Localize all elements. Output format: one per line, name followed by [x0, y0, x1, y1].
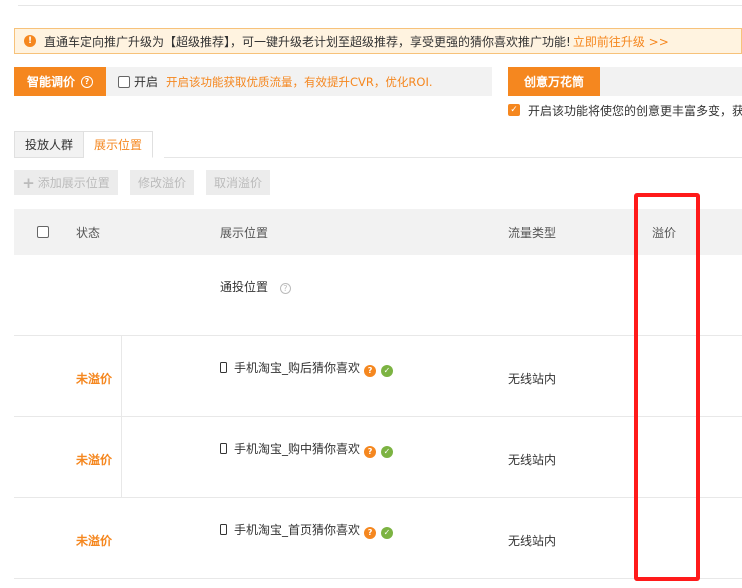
tab-placement[interactable]: 展示位置	[84, 131, 154, 158]
table-row: 未溢价 手机淘宝_购中猜你喜欢? ✓ 无线站内	[14, 417, 742, 498]
position-cell: 手机淘宝_首页猜你喜欢? ✓	[220, 521, 394, 539]
smart-bid-button[interactable]: 智能调价 ?	[14, 67, 106, 96]
position-label: 手机淘宝_首页猜你喜欢	[234, 523, 361, 537]
smart-bid-description: 开启该功能获取优质流量，有效提升CVR，优化ROI.	[166, 74, 433, 89]
top-divider	[18, 0, 742, 6]
edit-premium-button[interactable]: 修改溢价	[130, 170, 194, 195]
help-icon[interactable]: ?	[364, 526, 377, 539]
header-status: 状态	[76, 225, 101, 240]
tab-divider	[164, 157, 742, 158]
traffic-type: 无线站内	[508, 453, 557, 467]
cancel-premium-button[interactable]: 取消溢价	[206, 170, 270, 195]
position-cell: 手机淘宝_购后猜你喜欢? ✓	[220, 359, 394, 377]
column-divider	[121, 417, 122, 497]
kaleidoscope-description: 开启该功能将使您的创意更丰富多变，获	[528, 103, 742, 118]
general-position-cell: 通投位置 ?	[220, 278, 291, 295]
plus-icon: +	[22, 173, 35, 192]
smart-bid-label: 智能调价	[26, 75, 75, 89]
position-label: 手机淘宝_购后猜你喜欢	[234, 361, 361, 375]
status-badge: 未溢价	[76, 453, 113, 467]
tab-audience[interactable]: 投放人群	[14, 131, 85, 158]
kaleidoscope-option: ✓ 开启该功能将使您的创意更丰富多变，获	[508, 102, 742, 118]
kaleidoscope-checkbox[interactable]: ✓	[508, 104, 520, 116]
traffic-type: 无线站内	[508, 372, 557, 386]
smart-bid-checkbox[interactable]	[118, 75, 130, 88]
mobile-icon	[220, 362, 227, 373]
smart-bid-toggle-label: 开启	[134, 75, 159, 89]
notice-text: 直通车定向推广升级为【超级推荐】，可一键升级老计划至超级推荐，享受更强的猜你喜欢…	[44, 34, 571, 49]
select-all-cell	[37, 209, 49, 255]
help-icon[interactable]: ?	[364, 445, 377, 458]
add-placement-label: 添加展示位置	[37, 176, 110, 190]
kaleidoscope-bar	[600, 67, 742, 96]
traffic-type: 无线站内	[508, 534, 557, 548]
help-icon[interactable]: ?	[279, 283, 291, 294]
help-icon[interactable]: ?	[364, 364, 377, 377]
general-position-label: 通投位置	[220, 280, 269, 294]
table-header: 状态 展示位置 流量类型 溢价	[14, 209, 742, 255]
table-row: 未溢价 手机淘宝_首页猜你喜欢? ✓ 无线站内	[14, 498, 742, 579]
column-divider	[121, 336, 122, 416]
header-premium: 溢价	[652, 225, 677, 240]
check-icon: ✓	[381, 445, 394, 458]
help-icon[interactable]: ?	[81, 75, 93, 88]
status-badge: 未溢价	[76, 372, 113, 386]
mobile-icon	[220, 443, 227, 454]
tab-bar: 投放人群 展示位置	[14, 131, 154, 158]
upgrade-notice: ! 直通车定向推广升级为【超级推荐】，可一键升级老计划至超级推荐，享受更强的猜你…	[14, 28, 742, 54]
header-position: 展示位置	[220, 225, 269, 240]
upgrade-link[interactable]: 立即前往升级 >>	[573, 33, 669, 50]
position-label: 手机淘宝_购中猜你喜欢	[234, 442, 361, 456]
header-traffic: 流量类型	[508, 225, 557, 240]
table-row: 未溢价 手机淘宝_购后猜你喜欢? ✓ 无线站内	[14, 336, 742, 417]
mobile-icon	[220, 524, 227, 535]
check-icon: ✓	[381, 526, 394, 539]
position-cell: 手机淘宝_购中猜你喜欢? ✓	[220, 440, 394, 458]
select-all-checkbox[interactable]	[37, 226, 49, 238]
table-row: 通投位置 ?	[14, 255, 742, 336]
warning-icon: !	[24, 35, 36, 47]
check-icon: ✓	[381, 364, 394, 377]
add-placement-button[interactable]: + 添加展示位置	[14, 170, 118, 195]
smart-bid-bar: 开启 开启该功能获取优质流量，有效提升CVR，优化ROI.	[106, 67, 492, 96]
status-badge: 未溢价	[76, 534, 113, 548]
kaleidoscope-button[interactable]: 创意万花筒	[508, 67, 600, 96]
